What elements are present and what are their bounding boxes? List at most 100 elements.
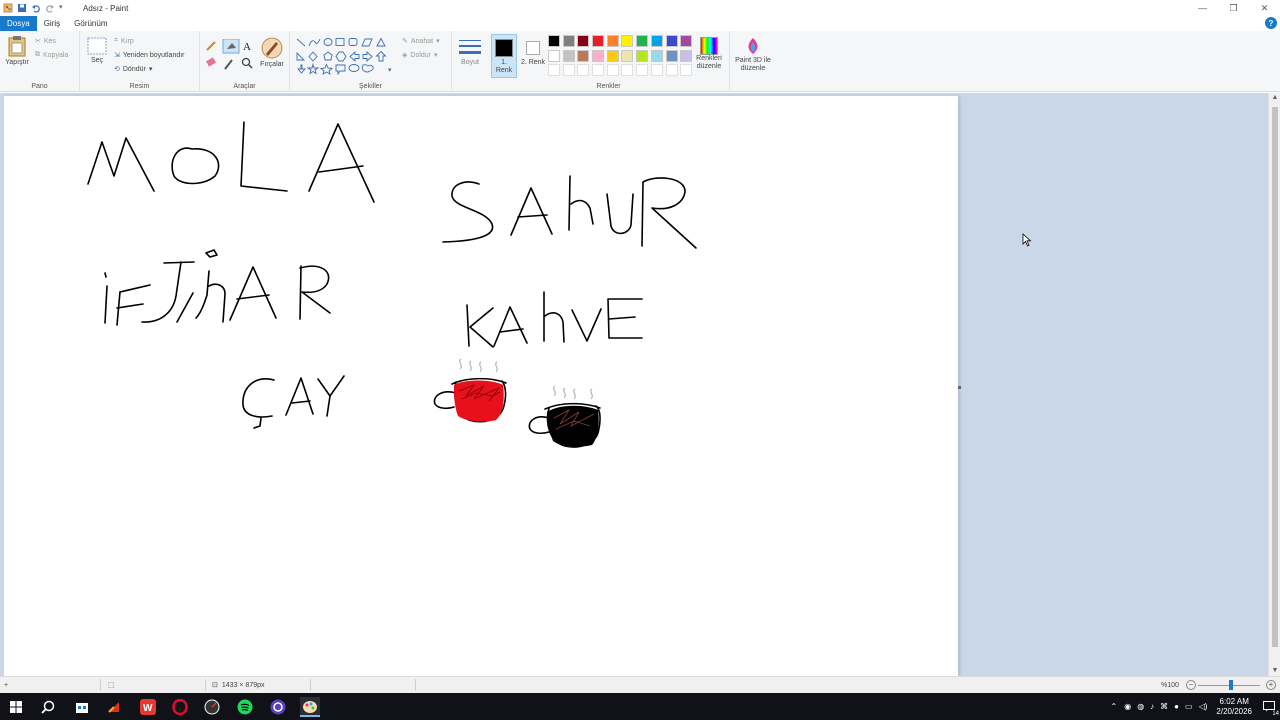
crop-icon: ⌗ bbox=[114, 37, 118, 44]
palette-swatch[interactable] bbox=[592, 64, 605, 77]
taskbar-app-red-arrow[interactable] bbox=[104, 697, 124, 717]
size-button[interactable]: Boyut bbox=[458, 37, 482, 67]
tray-network-icon[interactable]: ◍ bbox=[1134, 702, 1147, 711]
edit-colors-button[interactable]: Renkleri düzenle bbox=[692, 37, 726, 71]
redo-icon[interactable] bbox=[45, 3, 55, 13]
vertical-scrollbar[interactable]: ▲ ▼ bbox=[1268, 93, 1280, 676]
palette-swatch[interactable] bbox=[665, 35, 678, 47]
canvas-resize-handle[interactable] bbox=[958, 386, 961, 389]
palette-swatch[interactable] bbox=[606, 49, 619, 62]
color2-button[interactable]: 2. Renk bbox=[520, 34, 546, 78]
pencil-icon[interactable] bbox=[206, 41, 216, 51]
tray-app-icon[interactable]: ◉ bbox=[1121, 702, 1134, 711]
palette-swatch[interactable] bbox=[548, 35, 560, 47]
palette-swatch[interactable] bbox=[577, 64, 590, 77]
start-button[interactable] bbox=[6, 697, 26, 717]
palette-swatch[interactable] bbox=[548, 64, 560, 77]
volume-icon[interactable]: ◁) bbox=[1196, 702, 1211, 711]
taskbar-spotify[interactable] bbox=[235, 697, 255, 717]
palette-swatch[interactable] bbox=[562, 64, 575, 77]
taskbar-speedometer[interactable] bbox=[202, 697, 222, 717]
magnifier-icon[interactable] bbox=[241, 57, 253, 69]
group-size: Boyut bbox=[452, 31, 488, 92]
clock[interactable]: 6:02 AM 2/20/2026 bbox=[1210, 697, 1258, 717]
tray-audio-icon[interactable]: ♪ bbox=[1147, 702, 1157, 711]
palette-swatch[interactable] bbox=[621, 49, 634, 62]
scroll-down-icon[interactable]: ▼ bbox=[1269, 666, 1280, 676]
paste-button[interactable]: Yapıştır bbox=[3, 35, 31, 77]
palette-swatch[interactable] bbox=[592, 35, 605, 47]
outline-button[interactable]: ✎ Anahat ▾ bbox=[402, 37, 440, 46]
palette-swatch[interactable] bbox=[577, 49, 590, 62]
color-picker-icon[interactable] bbox=[224, 59, 233, 70]
palette-swatch[interactable] bbox=[621, 35, 634, 47]
scroll-up-icon[interactable]: ▲ bbox=[1269, 93, 1280, 103]
palette-swatch[interactable] bbox=[606, 35, 619, 47]
cut-button[interactable]: ✂ Kes bbox=[35, 37, 56, 46]
palette-swatch[interactable] bbox=[562, 49, 575, 62]
color1-button[interactable]: 1. Renk bbox=[491, 34, 517, 78]
notification-center-button[interactable]: 14 bbox=[1258, 693, 1280, 720]
resize-button[interactable]: ⇲ Yeniden boyutlandır bbox=[114, 51, 185, 60]
copy-icon: ⧉ bbox=[35, 51, 40, 58]
undo-icon[interactable] bbox=[31, 3, 41, 13]
zoom-out-icon[interactable]: − bbox=[1186, 680, 1196, 690]
help-icon[interactable]: ? bbox=[1265, 17, 1277, 29]
select-button[interactable]: Seç bbox=[86, 37, 108, 65]
eraser-icon[interactable] bbox=[206, 57, 216, 67]
palette-swatch[interactable] bbox=[577, 35, 590, 47]
spotify-icon bbox=[237, 699, 253, 715]
palette-swatch[interactable] bbox=[636, 49, 649, 62]
taskbar-opera[interactable] bbox=[170, 697, 190, 717]
search-button[interactable] bbox=[38, 697, 58, 717]
taskbar-obs[interactable] bbox=[268, 697, 288, 717]
rotate-button[interactable]: ⟲ Döndür ▾ bbox=[114, 65, 152, 74]
palette-swatch[interactable] bbox=[680, 64, 693, 77]
network-icon[interactable]: ▭ bbox=[1182, 702, 1196, 711]
palette-swatch[interactable] bbox=[650, 64, 663, 77]
scroll-thumb[interactable] bbox=[1272, 107, 1278, 647]
group-shapes: ▾ ✎ Anahat ▾ ◈ Doldur ▾ Şekiller bbox=[290, 31, 452, 92]
minimize-button[interactable]: — bbox=[1187, 0, 1218, 16]
tab-file[interactable]: Dosya bbox=[0, 16, 37, 31]
crop-button[interactable]: ⌗ Kırp bbox=[114, 37, 134, 45]
paint3d-button[interactable]: Paint 3D ile düzenle bbox=[732, 37, 774, 73]
palette-swatch[interactable] bbox=[665, 64, 678, 77]
dimensions-icon: ⊡ bbox=[212, 682, 218, 689]
palette-swatch[interactable] bbox=[548, 49, 560, 62]
tray-bluetooth-icon[interactable]: ⌘ bbox=[1157, 702, 1171, 711]
palette-swatch[interactable] bbox=[650, 35, 663, 47]
palette-swatch[interactable] bbox=[636, 35, 649, 47]
taskbar-store[interactable] bbox=[72, 697, 92, 717]
customize-qat-icon[interactable]: ▾ bbox=[59, 3, 69, 13]
close-button[interactable]: ✕ bbox=[1249, 0, 1280, 16]
taskbar-paint[interactable] bbox=[300, 697, 320, 717]
palette-swatch[interactable] bbox=[665, 49, 678, 62]
tab-home[interactable]: Giriş bbox=[37, 16, 67, 31]
maximize-button[interactable]: ❐ bbox=[1218, 0, 1249, 16]
palette-swatch[interactable] bbox=[621, 64, 634, 77]
show-hidden-icons-icon[interactable]: ⌃ bbox=[1107, 702, 1122, 711]
drawing-canvas[interactable] bbox=[4, 96, 958, 676]
fill-icon[interactable] bbox=[222, 39, 240, 54]
brushes-button[interactable]: Fırçalar bbox=[258, 37, 286, 69]
text-icon[interactable]: A bbox=[243, 41, 251, 53]
palette-swatch[interactable] bbox=[680, 49, 693, 62]
taskbar-wps[interactable]: W bbox=[138, 697, 158, 717]
zoom-slider-thumb[interactable] bbox=[1229, 680, 1233, 690]
color1-swatch bbox=[495, 39, 513, 57]
copy-button[interactable]: ⧉ Kopyala bbox=[35, 51, 68, 59]
save-icon[interactable] bbox=[17, 3, 27, 13]
shapes-gallery[interactable]: ▾ bbox=[295, 37, 395, 75]
palette-swatch[interactable] bbox=[562, 35, 575, 47]
palette-swatch[interactable] bbox=[592, 49, 605, 62]
palette-swatch[interactable] bbox=[606, 64, 619, 77]
palette-swatch[interactable] bbox=[636, 64, 649, 77]
tab-view[interactable]: Görünüm bbox=[67, 16, 114, 31]
microphone-icon[interactable]: ● bbox=[1171, 702, 1182, 711]
zoom-in-icon[interactable]: + bbox=[1266, 680, 1276, 690]
fill-button[interactable]: ◈ Doldur ▾ bbox=[402, 51, 438, 60]
palette-swatch[interactable] bbox=[680, 35, 693, 47]
obs-icon bbox=[270, 699, 286, 715]
palette-swatch[interactable] bbox=[650, 49, 663, 62]
